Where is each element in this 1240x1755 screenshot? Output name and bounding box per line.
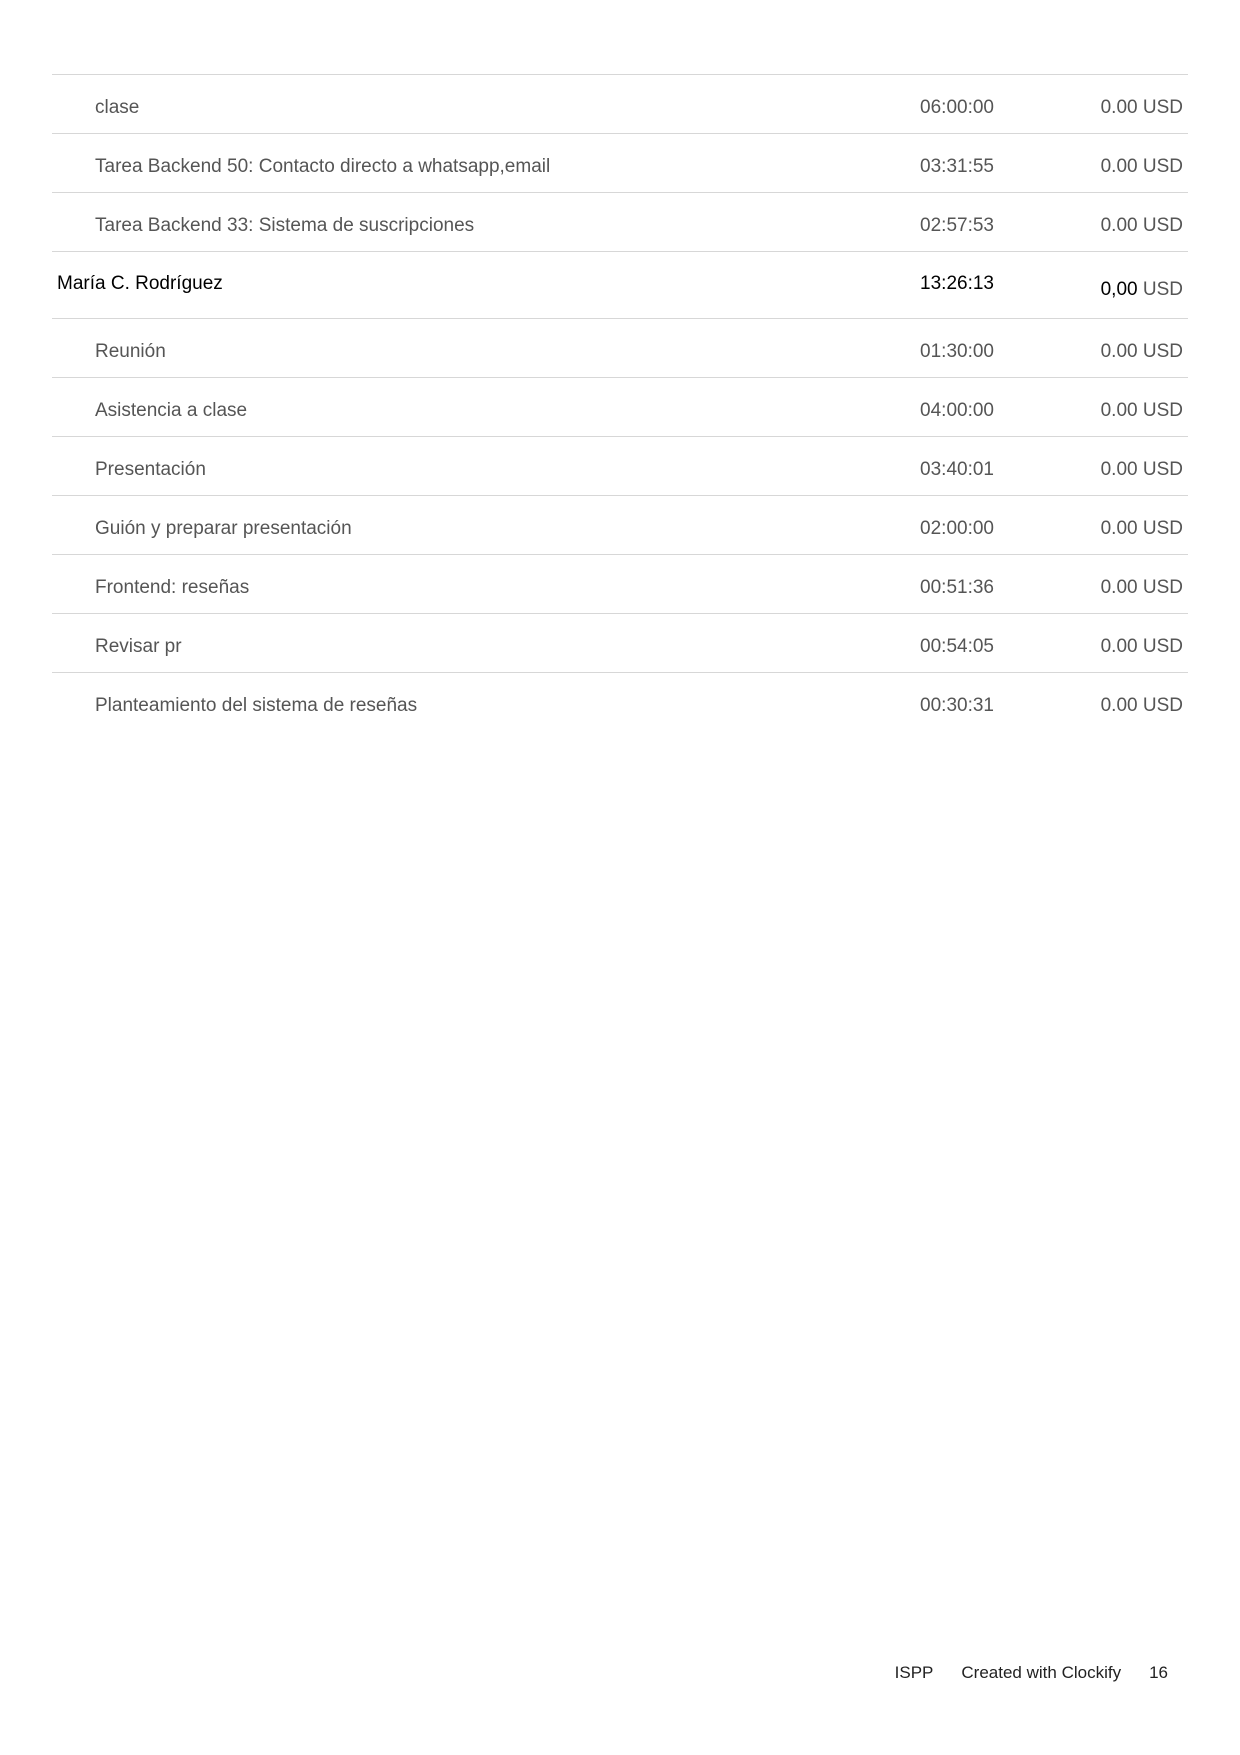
entry-description: Revisar pr (95, 636, 182, 657)
amount-value: 0.00 (1100, 695, 1138, 716)
amount-value: 0.00 (1100, 636, 1138, 657)
entry-description: Frontend: reseñas (95, 577, 250, 598)
amount-value: 0.00 (1100, 459, 1138, 480)
entry-amount: 0.00 USD (1101, 518, 1183, 540)
entry-duration: 00:54:05 (920, 636, 994, 657)
amount-value: 0.00 (1100, 341, 1138, 362)
footer-page-number: 16 (1149, 1663, 1168, 1682)
entry-amount: 0.00 USD (1101, 577, 1183, 599)
user-total-duration: 13:26:13 (920, 273, 994, 294)
entry-description: Planteamiento del sistema de reseñas (95, 695, 418, 716)
entry-duration: 02:00:00 (920, 518, 994, 539)
amount-currency: USD (1142, 400, 1183, 421)
amount-value: 0.00 (1100, 97, 1138, 118)
entry-description: Reunión (95, 341, 166, 362)
amount-currency: USD (1142, 341, 1183, 362)
table-row: clase 06:00:00 0.00 USD (52, 75, 1188, 134)
amount-value: 0.00 (1100, 518, 1138, 539)
table-row: Planteamiento del sistema de reseñas 00:… (52, 673, 1188, 732)
amount-currency: USD (1142, 156, 1183, 177)
entry-description: Tarea Backend 33: Sistema de suscripcion… (95, 215, 475, 236)
entry-duration: 02:57:53 (920, 215, 994, 236)
amount-currency: USD (1142, 279, 1183, 300)
entry-description: Presentación (95, 459, 206, 480)
entry-amount: 0.00 USD (1101, 215, 1183, 237)
entry-amount: 0.00 USD (1101, 156, 1183, 178)
amount-value: 0.00 (1100, 215, 1138, 236)
user-total-amount: 0,00 USD (1101, 279, 1183, 301)
entry-duration: 00:51:36 (920, 577, 994, 598)
amount-currency: USD (1142, 518, 1183, 539)
amount-value: 0,00 (1100, 279, 1138, 300)
amount-value: 0.00 (1100, 156, 1138, 177)
footer-project: ISPP (894, 1663, 934, 1682)
table-row: Reunión 01:30:00 0.00 USD (52, 319, 1188, 378)
amount-currency: USD (1142, 97, 1183, 118)
amount-value: 0.00 (1100, 400, 1138, 421)
entry-duration: 03:31:55 (920, 156, 994, 177)
amount-currency: USD (1142, 459, 1183, 480)
user-name: María C. Rodríguez (57, 273, 223, 294)
amount-currency: USD (1142, 577, 1183, 598)
entry-duration: 06:00:00 (920, 97, 994, 118)
entry-amount: 0.00 USD (1101, 459, 1183, 481)
entry-description: Guión y preparar presentación (95, 518, 352, 539)
page-footer: ISPP Created with Clockify 16 (895, 1663, 1168, 1683)
entry-amount: 0.00 USD (1101, 341, 1183, 363)
table-row: Frontend: reseñas 00:51:36 0.00 USD (52, 555, 1188, 614)
entry-duration: 01:30:00 (920, 341, 994, 362)
table-row: Tarea Backend 50: Contacto directo a wha… (52, 134, 1188, 193)
entry-description: clase (95, 97, 140, 118)
entry-duration: 00:30:31 (920, 695, 994, 716)
table-row: Guión y preparar presentación 02:00:00 0… (52, 496, 1188, 555)
amount-currency: USD (1142, 695, 1183, 716)
table-row: Revisar pr 00:54:05 0.00 USD (52, 614, 1188, 673)
table-row: Asistencia a clase 04:00:00 0.00 USD (52, 378, 1188, 437)
amount-currency: USD (1142, 215, 1183, 236)
table-row: Tarea Backend 33: Sistema de suscripcion… (52, 193, 1188, 252)
entry-amount: 0.00 USD (1101, 97, 1183, 119)
user-group-row: María C. Rodríguez 13:26:13 0,00 USD (52, 252, 1188, 319)
entry-amount: 0.00 USD (1101, 636, 1183, 658)
entry-duration: 03:40:01 (920, 459, 994, 480)
entry-amount: 0.00 USD (1101, 400, 1183, 422)
entry-duration: 04:00:00 (920, 400, 994, 421)
entry-amount: 0.00 USD (1101, 695, 1183, 717)
amount-value: 0.00 (1100, 577, 1138, 598)
footer-credit: Created with Clockify (961, 1663, 1122, 1682)
amount-currency: USD (1142, 636, 1183, 657)
table-row: Presentación 03:40:01 0.00 USD (52, 437, 1188, 496)
time-report-table: clase 06:00:00 0.00 USD Tarea Backend 50… (52, 74, 1188, 732)
entry-description: Asistencia a clase (95, 400, 248, 421)
entry-description: Tarea Backend 50: Contacto directo a wha… (95, 156, 551, 177)
